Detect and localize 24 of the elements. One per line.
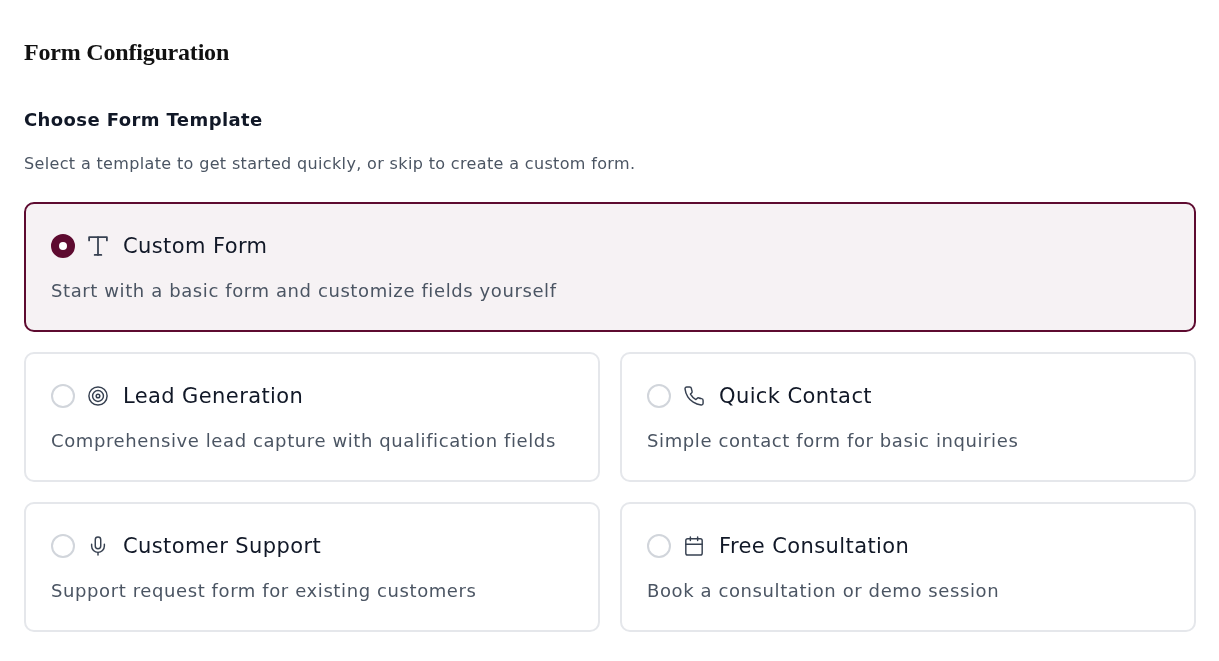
calendar-icon bbox=[684, 536, 704, 556]
template-title: Lead Generation bbox=[123, 383, 304, 410]
radio-button[interactable] bbox=[51, 234, 75, 258]
page-title: Form Configuration bbox=[24, 38, 231, 67]
template-option-card[interactable]: Custom Form Start with a basic form and customize fields yourself bbox=[24, 202, 1196, 332]
phone-icon bbox=[684, 386, 704, 406]
template-option-card[interactable]: Lead Generation Comprehensive lead capture with qualification fields bbox=[24, 352, 600, 482]
target-icon bbox=[88, 386, 108, 406]
template-title: Custom Form bbox=[123, 233, 268, 260]
template-description: Book a consultation or demo session bbox=[647, 579, 1001, 603]
template-description: Support request form for existing customers bbox=[51, 579, 478, 603]
microphone-icon bbox=[88, 536, 108, 556]
template-title: Free Consultation bbox=[719, 533, 910, 560]
template-option-card[interactable]: Quick Contact Simple contact form for basic inquiries bbox=[620, 352, 1196, 482]
template-title: Quick Contact bbox=[719, 383, 872, 410]
template-option-card[interactable]: Free Consultation Book a consultation or demo session bbox=[620, 502, 1196, 632]
template-option-card[interactable]: Customer Support Support request form for existing customers bbox=[24, 502, 600, 632]
template-title: Customer Support bbox=[123, 533, 322, 560]
template-description: Comprehensive lead capture with qualification fields bbox=[51, 429, 557, 453]
section-heading: Choose Form Template bbox=[24, 108, 264, 132]
template-description: Simple contact form for basic inquiries bbox=[647, 429, 1020, 453]
section-description: Select a template to get started quickly, or skip to create a custom form. bbox=[24, 153, 637, 175]
text-type-icon bbox=[88, 236, 108, 256]
template-description: Start with a basic form and customize fields yourself bbox=[51, 279, 558, 303]
